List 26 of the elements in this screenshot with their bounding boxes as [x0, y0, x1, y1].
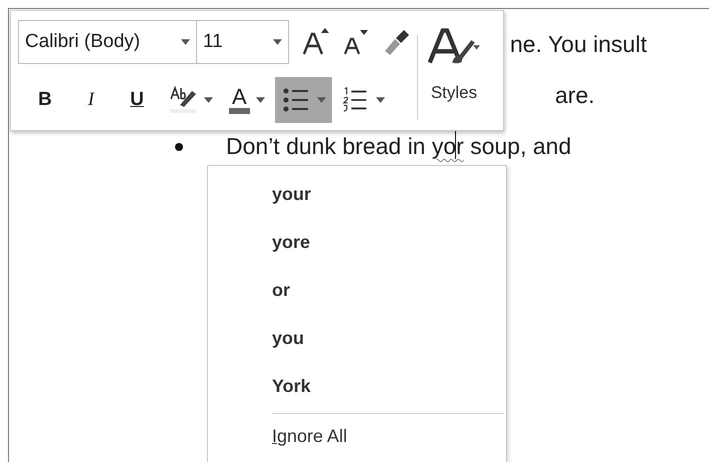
- suggestion-menu-item[interactable]: yore: [208, 227, 506, 275]
- suggestion-menu-item[interactable]: you: [208, 323, 506, 371]
- suggestion-menu-item[interactable]: York: [208, 371, 506, 419]
- dropdown-icon[interactable]: [181, 39, 190, 45]
- dropdown-icon[interactable]: [256, 97, 265, 103]
- font-color-button[interactable]: A: [223, 77, 271, 123]
- grow-font-icon[interactable]: [301, 27, 331, 57]
- shrink-font-icon[interactable]: [341, 27, 371, 57]
- menu-item[interactable]: Ignore All: [208, 426, 506, 447]
- font-name-field[interactable]: Calibri (Body): [18, 20, 197, 64]
- bold-button[interactable]: B: [24, 77, 66, 123]
- dropdown-icon[interactable]: [316, 97, 326, 103]
- dropdown-icon[interactable]: [204, 97, 213, 103]
- styles-button[interactable]: Styles: [430, 83, 478, 103]
- font-size-field[interactable]: 11: [196, 20, 289, 64]
- document-text: are.: [555, 82, 595, 109]
- document-text: ne. You insult: [510, 31, 647, 58]
- bullet-icon: [175, 142, 183, 150]
- bullets-button[interactable]: [274, 77, 332, 123]
- suggestion-menu-item[interactable]: or: [208, 275, 506, 323]
- suggestion-menu-item[interactable]: your: [208, 179, 506, 227]
- italic-button[interactable]: I: [70, 77, 112, 123]
- underline-button[interactable]: U: [116, 77, 158, 123]
- dropdown-icon[interactable]: [273, 39, 282, 45]
- highlighter-icon: [168, 85, 198, 115]
- dropdown-icon[interactable]: [376, 97, 385, 103]
